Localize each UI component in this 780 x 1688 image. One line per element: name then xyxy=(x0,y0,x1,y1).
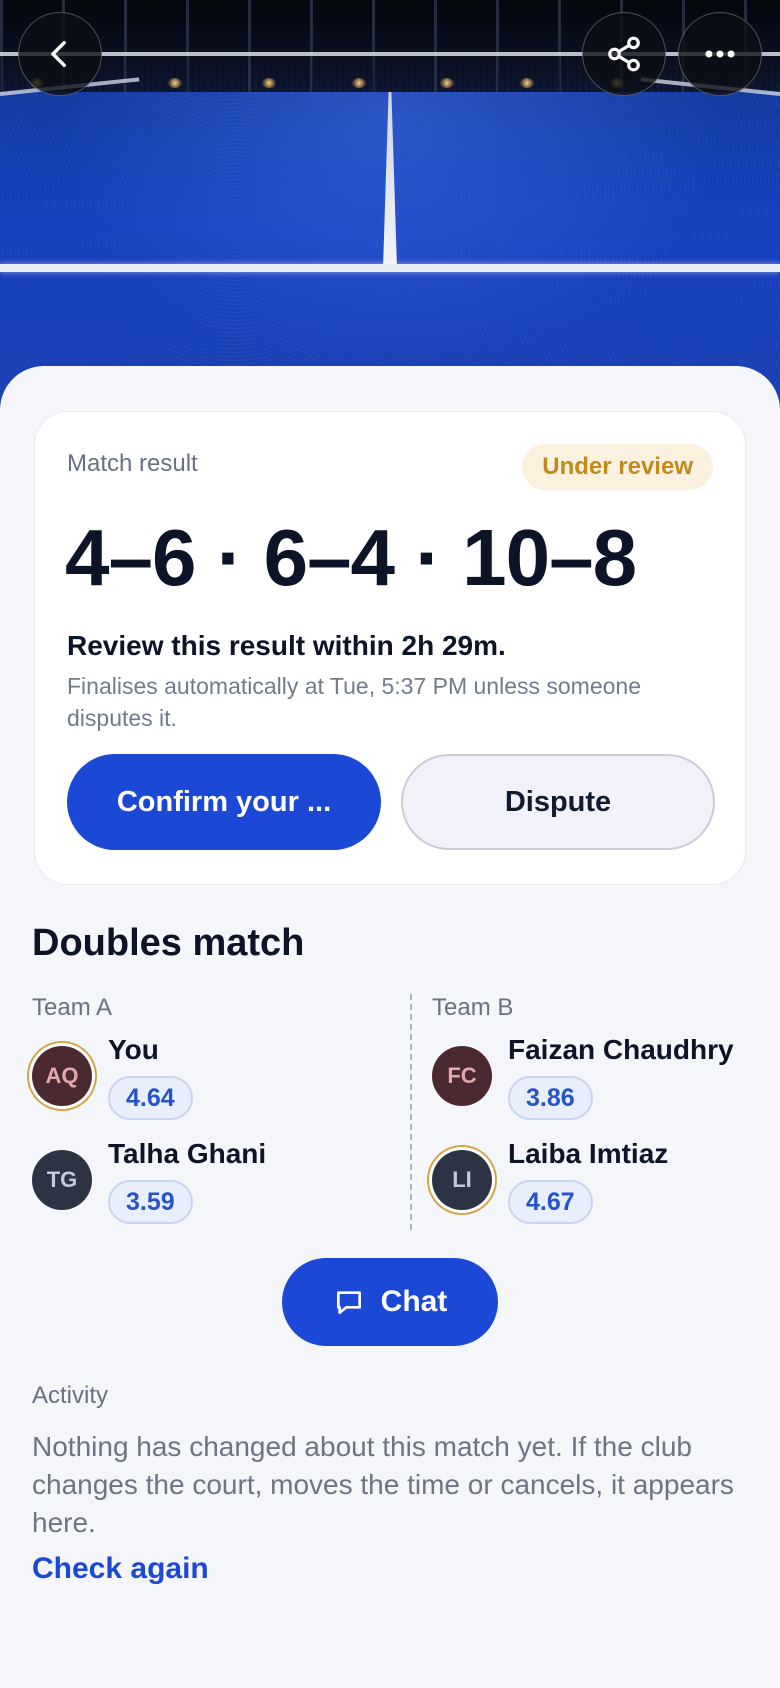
player-rating: 3.86 xyxy=(508,1076,593,1120)
player-name: You xyxy=(108,1034,159,1065)
hero-light xyxy=(168,78,182,88)
player-name: Faizan Chaudhry xyxy=(508,1034,734,1065)
review-deadline-description: Finalises automatically at Tue, 5:37 PM … xyxy=(67,673,642,731)
share-icon xyxy=(608,36,640,72)
activity-empty-text: Nothing has changed about this match yet… xyxy=(32,1431,734,1538)
player-rating: 4.64 xyxy=(108,1076,193,1120)
match-result-card: Match result Under review 4–6 · 6–4 · 10… xyxy=(34,411,746,885)
player-row[interactable]: AQ You 4.64 xyxy=(32,1028,402,1132)
check-again-link[interactable]: Check again xyxy=(32,1552,209,1586)
team-label: Team A xyxy=(32,994,113,1021)
more-button[interactable] xyxy=(678,12,762,96)
status-badge: Under review xyxy=(522,444,713,490)
avatar: TG xyxy=(32,1150,92,1210)
more-horizontal-icon xyxy=(705,50,735,58)
chat-button-label: Chat xyxy=(380,1285,448,1318)
player-row[interactable]: FC Faizan Chaudhry 3.86 xyxy=(432,1028,780,1132)
hero-service-line xyxy=(0,264,780,272)
team-a: Team A AQ You 4.64 TG Talha Ghani 3.59 xyxy=(32,994,402,1236)
player-row[interactable]: LI Laiba Imtiaz 4.67 xyxy=(432,1132,780,1236)
avatar: LI xyxy=(432,1150,492,1210)
confirm-result-button[interactable]: Confirm your ... xyxy=(67,754,381,850)
avatar: AQ xyxy=(32,1046,92,1106)
hero-light xyxy=(520,78,534,88)
player-row[interactable]: TG Talha Ghani 3.59 xyxy=(32,1132,402,1236)
dispute-button[interactable]: Dispute xyxy=(401,754,715,850)
team-b: Team B FC Faizan Chaudhry 3.86 LI Laiba … xyxy=(432,994,780,1236)
back-button[interactable] xyxy=(18,12,102,96)
player-rating: 3.59 xyxy=(108,1180,193,1224)
player-name: Laiba Imtiaz xyxy=(508,1138,669,1169)
share-button[interactable] xyxy=(582,12,666,96)
chat-bubble-icon xyxy=(336,1291,361,1314)
team-label: Team B xyxy=(432,994,514,1021)
team-divider xyxy=(410,994,412,1230)
match-score: 4–6 · 6–4 · 10–8 xyxy=(65,513,637,602)
hero-court-image xyxy=(0,0,780,420)
player-name: Talha Ghani xyxy=(108,1138,267,1169)
hero-light xyxy=(440,78,454,88)
match-detail-sheet: Match result Under review 4–6 · 6–4 · 10… xyxy=(0,366,780,1688)
player-rating: 4.67 xyxy=(508,1180,593,1224)
match-type-title: Doubles match xyxy=(32,922,305,964)
review-deadline-title: Review this result within 2h 29m. xyxy=(67,630,506,661)
chat-button[interactable]: Chat xyxy=(282,1258,498,1346)
match-result-label: Match result xyxy=(67,450,198,477)
chevron-left-icon xyxy=(51,40,66,68)
avatar: FC xyxy=(432,1046,492,1106)
activity-label: Activity xyxy=(32,1382,109,1409)
hero-light xyxy=(352,78,366,88)
hero-light xyxy=(262,78,276,88)
